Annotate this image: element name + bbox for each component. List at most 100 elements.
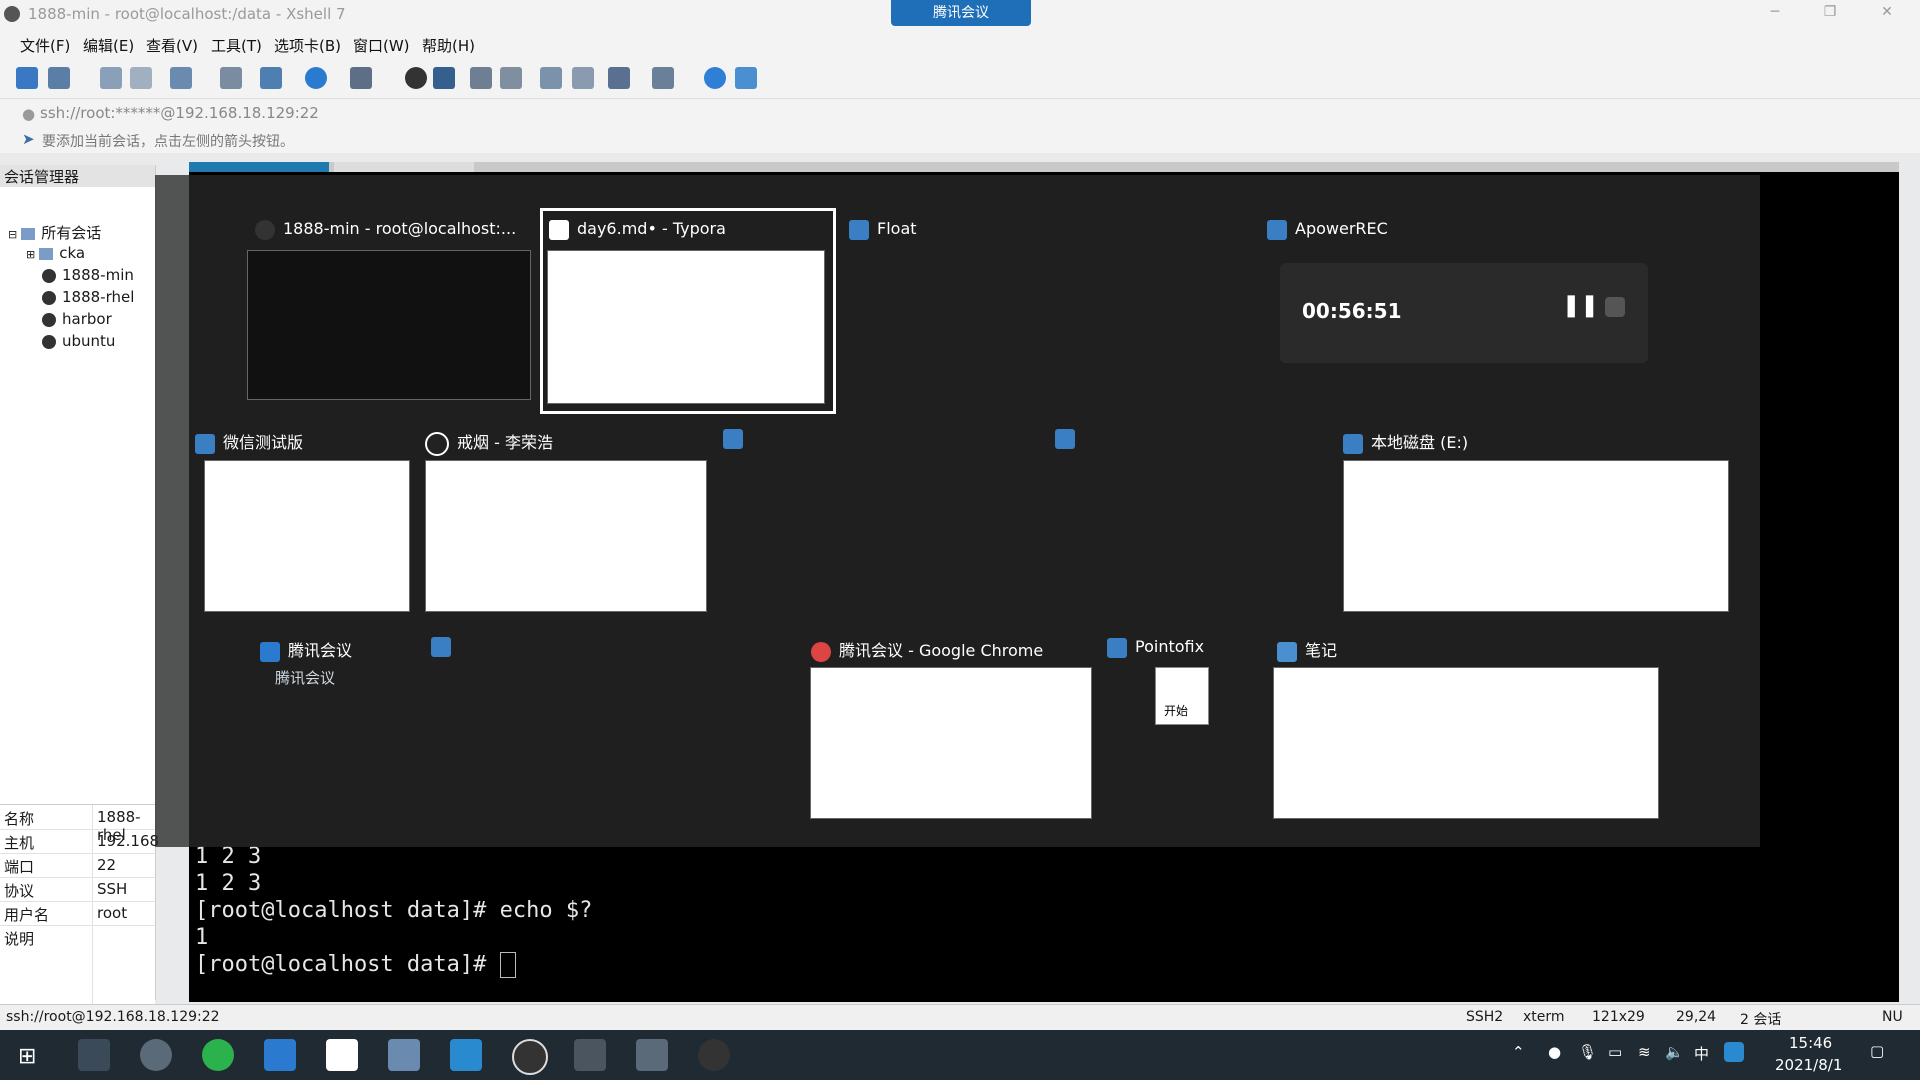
globe-icon[interactable] [305,67,327,89]
menu-edit[interactable]: 编辑(E) [83,35,134,56]
qq-icon[interactable] [1724,1042,1744,1062]
terminal-line: [root@localhost data]# echo $? [195,898,593,923]
status-mode: NU [1882,1009,1903,1025]
record-icon[interactable] [433,67,455,89]
typora-taskbar-icon[interactable] [326,1039,358,1071]
compose-icon[interactable] [572,67,594,89]
thumbnail-music[interactable] [425,460,707,612]
volume-icon[interactable]: 🔈 [1665,1043,1684,1061]
notes-icon [1277,641,1297,662]
screenshot-icon[interactable] [608,67,630,89]
switch-window-xshell[interactable]: 1888-min - root@localhost:... [255,219,516,240]
menu-tools[interactable]: 工具(T) [211,35,262,56]
clock-time[interactable]: 15:46 [1789,1034,1832,1052]
new-session-icon[interactable] [16,67,38,89]
explorer-taskbar-icon[interactable] [388,1039,420,1071]
pointofix-taskbar-icon[interactable] [78,1039,110,1071]
session-icon [42,334,56,349]
session-icon [42,268,56,283]
help-icon[interactable] [704,67,726,89]
switch-window-typora[interactable]: day6.md• - Typora [549,219,726,240]
switch-window-untitled-2[interactable] [1055,429,1083,449]
properties-icon[interactable] [170,67,192,89]
menu-view[interactable]: 查看(V) [146,35,198,56]
disconnect-icon[interactable] [130,67,152,89]
camera-icon[interactable]: ● [1548,1043,1561,1061]
meeting-icon [260,641,280,662]
app-taskbar-icon[interactable] [264,1039,296,1071]
tree-item-ubuntu[interactable]: ubuntu [42,332,115,350]
ime-indicator[interactable]: 中 [1694,1043,1709,1064]
menu-help[interactable]: 帮助(H) [422,35,475,56]
switch-window-chrome[interactable]: 腾讯会议 - Google Chrome [811,637,1043,662]
apowerrec-panel[interactable]: 00:56:51 ❚❚ [1280,263,1648,363]
minimize-button[interactable]: ─ [1760,4,1790,24]
thumbnail-wechat[interactable] [204,460,410,612]
xftp-icon[interactable] [405,67,427,89]
fullscreen-icon[interactable] [470,67,492,89]
music-taskbar-icon[interactable] [512,1039,548,1075]
switch-window-music[interactable]: 戒烟 - 李荣浩 [425,429,553,456]
meeting-indicator[interactable]: 腾讯会议 [891,0,1031,26]
menu-tabs[interactable]: 选项卡(B) [274,35,341,56]
notification-icon[interactable]: ▢ [1870,1042,1884,1060]
stop-icon[interactable] [1605,297,1625,317]
address-input[interactable]: ssh://root:******@192.168.18.129:22 [40,104,319,122]
recorder-taskbar-icon[interactable] [698,1039,730,1071]
status-sessions: 2 会话 [1740,1012,1782,1028]
menu-file[interactable]: 文件(F) [20,35,70,56]
pointofix-thumbnail[interactable]: 开始 [1155,667,1209,725]
terminal-prompt-line: [root@localhost data]# [195,952,516,978]
pause-icon[interactable]: ❚❚ [1562,293,1599,318]
keyboard-icon[interactable] [540,67,562,89]
thumbnail-typora[interactable] [547,250,825,404]
transfer-icon[interactable] [260,67,282,89]
thumbnail-explorer[interactable] [1343,460,1729,612]
lock-icon[interactable] [500,67,522,89]
xshell-taskbar-icon[interactable] [574,1039,606,1071]
address-bar: ● ssh://root:******@192.168.18.129:22 [0,99,1920,127]
switch-window-wechat[interactable]: 微信测试版 [195,429,303,454]
tree-item-1888-rhel[interactable]: 1888-rhel [42,288,134,306]
meeting-subtitle: 腾讯会议 [275,669,336,687]
terminal-cursor [499,952,516,978]
switch-window-float[interactable]: Float [849,219,917,240]
chevron-up-icon[interactable]: ⌃ [1512,1043,1525,1061]
tree-root-all-sessions[interactable]: ⊟ 所有会话 [8,222,101,243]
switch-window-untitled-1[interactable] [723,429,751,449]
chat-icon[interactable] [735,67,757,89]
thumbnail-chrome[interactable] [810,667,1092,819]
close-button[interactable]: ✕ [1872,4,1902,24]
wechat-taskbar-icon[interactable] [202,1039,234,1071]
wifi-icon[interactable]: ≋ [1638,1043,1651,1061]
font-icon[interactable] [350,67,372,89]
tree-item-1888-min[interactable]: 1888-min [42,266,134,284]
windows-start-icon[interactable]: ⊞ [18,1044,36,1069]
search-icon[interactable] [220,67,242,89]
thumbnail-xshell[interactable] [247,250,531,400]
tree-item-cka[interactable]: ⊞ cka [26,244,85,262]
arrow-icon[interactable]: ➤ [22,130,35,148]
menu-window[interactable]: 窗口(W) [353,35,410,56]
connect-icon[interactable] [100,67,122,89]
thumbnail-notes[interactable] [1273,667,1659,819]
chrome-taskbar-icon[interactable] [140,1039,172,1071]
switch-window-apowerrec[interactable]: ApowerREC [1267,219,1388,240]
layout-icon[interactable] [652,67,674,89]
maximize-button[interactable]: ❐ [1815,4,1845,24]
microphone-icon[interactable]: 🎙 [1578,1043,1597,1061]
switch-window-meeting[interactable]: 腾讯会议 [260,637,352,662]
switch-window-explorer[interactable]: 本地磁盘 (E:) [1343,429,1468,454]
battery-icon[interactable]: ▭ [1608,1043,1622,1061]
switch-window-notes[interactable]: 笔记 [1277,637,1337,662]
switch-window-untitled-3[interactable] [431,637,459,657]
pointofix-start-button[interactable]: 开始 [1164,702,1188,719]
pointofix2-taskbar-icon[interactable] [636,1039,668,1071]
tree-item-label: ubuntu [62,332,116,350]
hint-bar: ➤ 要添加当前会话，点击左侧的箭头按钮。 [0,127,1920,153]
open-icon[interactable] [48,67,70,89]
switch-window-pointofix[interactable]: Pointofix [1107,637,1204,658]
tree-item-harbor[interactable]: harbor [42,310,112,328]
meeting-taskbar-icon[interactable] [450,1039,482,1071]
clock-date[interactable]: 2021/8/1 [1775,1056,1842,1074]
